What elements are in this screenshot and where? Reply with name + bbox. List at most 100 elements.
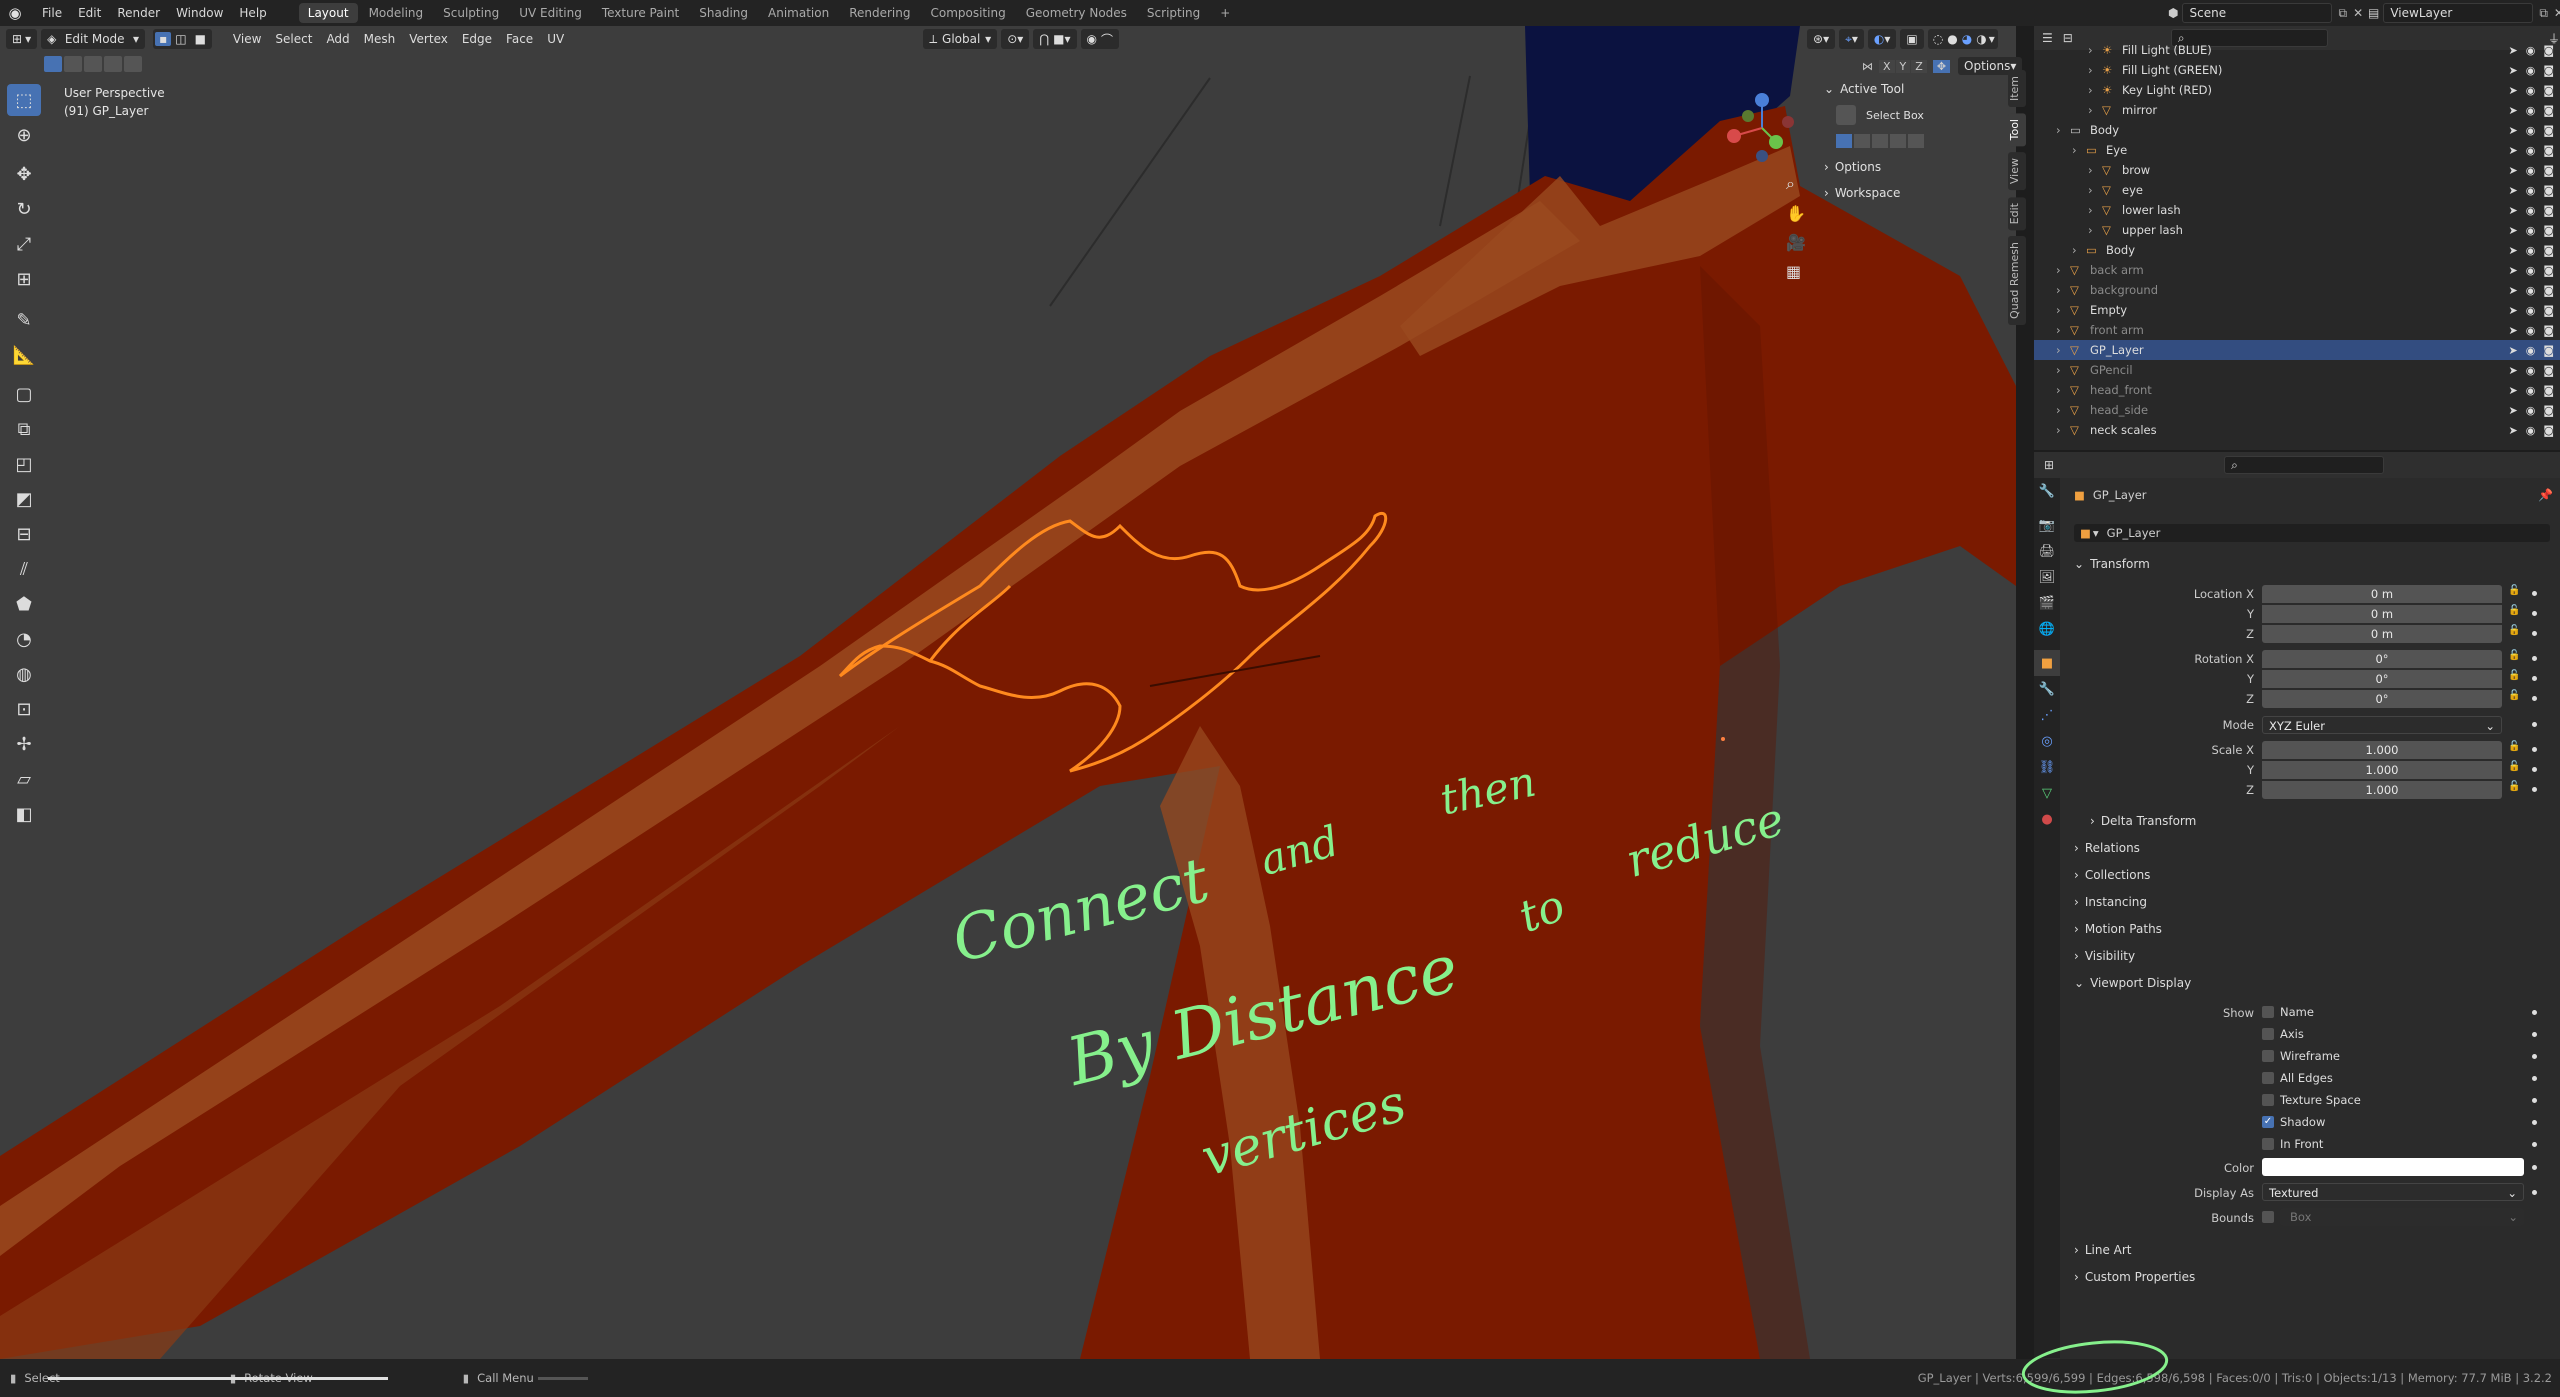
smooth-tool-icon[interactable]: ◍ — [7, 658, 41, 690]
mode-invert-icon[interactable] — [1890, 134, 1906, 148]
scale-tool-icon[interactable]: ⤢ — [7, 228, 41, 260]
color-swatch[interactable] — [2262, 1158, 2524, 1176]
collections-header[interactable]: › Collections — [2074, 863, 2150, 887]
transform-panel-header[interactable]: ⌄ Transform — [2074, 552, 2150, 576]
select-arrow-icon[interactable]: ➤ — [2508, 224, 2517, 237]
location-y-field[interactable]: 0 m — [2262, 605, 2502, 623]
camera-icon[interactable]: ◙ — [2543, 404, 2554, 417]
rotation-x-field[interactable]: 0° — [2262, 650, 2502, 668]
eye-icon[interactable]: ◉ — [2526, 104, 2536, 117]
lock-icon[interactable]: 🔓 — [2508, 690, 2520, 701]
select-arrow-icon[interactable]: ➤ — [2508, 424, 2517, 437]
keyframe-dot[interactable] — [2532, 1120, 2537, 1125]
mirror-z-toggle[interactable]: Z — [1911, 59, 1927, 73]
outliner-row[interactable]: › ▽ head_front ➤ ◉ ◙ — [2034, 380, 2560, 400]
mode-select[interactable]: ◈ Edit Mode ▾ — [41, 29, 146, 49]
select-arrow-icon[interactable]: ➤ — [2508, 44, 2517, 57]
show-checkbox[interactable] — [2262, 1094, 2274, 1106]
mirror-x-toggle[interactable]: X — [1879, 59, 1895, 73]
select-arrow-icon[interactable]: ➤ — [2508, 184, 2517, 197]
show-checkbox[interactable] — [2262, 1028, 2274, 1040]
outliner-row[interactable]: › ▽ background ➤ ◉ ◙ — [2034, 280, 2560, 300]
keyframe-dot[interactable] — [2532, 656, 2537, 661]
eye-icon[interactable]: ◉ — [2526, 284, 2536, 297]
camera-icon[interactable]: ◙ — [2543, 184, 2554, 197]
outliner-row[interactable]: › ☀ Fill Light (GREEN) ➤ ◉ ◙ — [2034, 60, 2560, 80]
lock-icon[interactable]: 🔓 — [2508, 761, 2520, 772]
transform-tool-icon[interactable]: ⊞ — [7, 263, 41, 295]
wireframe-shading-icon[interactable]: ◌ — [1931, 32, 1945, 46]
select-arrow-icon[interactable]: ➤ — [2508, 364, 2517, 377]
keyframe-dot[interactable] — [2532, 676, 2537, 681]
face-select-icon[interactable]: ■ — [191, 32, 210, 46]
keyframe-dot[interactable] — [2532, 1032, 2537, 1037]
rotate-tool-icon[interactable]: ↻ — [7, 193, 41, 225]
camera-icon[interactable]: ◙ — [2543, 164, 2554, 177]
tab-animation[interactable]: Animation — [759, 3, 838, 23]
delete-scene-icon[interactable]: ✕ — [2353, 6, 2363, 20]
select-arrow-icon[interactable]: ➤ — [2508, 64, 2517, 77]
lock-icon[interactable]: 🔓 — [2508, 741, 2520, 752]
select-arrow-icon[interactable]: ➤ — [2508, 204, 2517, 217]
active-tool-header[interactable]: ⌄ Active Tool — [1818, 76, 2014, 102]
outliner-row[interactable]: › ▽ mirror ➤ ◉ ◙ — [2034, 100, 2560, 120]
eye-icon[interactable]: ◉ — [2526, 384, 2536, 397]
visibility-button[interactable]: ⊛ ▾ — [1807, 29, 1836, 49]
keyframe-dot[interactable] — [2532, 787, 2537, 792]
overlay-button[interactable]: ◐ ▾ — [1867, 29, 1897, 49]
menu-edge[interactable]: Edge — [455, 32, 499, 46]
rotation-z-field[interactable]: 0° — [2262, 690, 2502, 708]
tab-geometry-nodes[interactable]: Geometry Nodes — [1017, 3, 1136, 23]
expand-arrow-icon[interactable]: › — [2056, 383, 2061, 397]
solid-shading-icon[interactable]: ● — [1945, 32, 1959, 46]
expand-arrow-icon[interactable]: › — [2056, 323, 2061, 337]
outliner-row[interactable]: › ☀ Key Light (RED) ➤ ◉ ◙ — [2034, 80, 2560, 100]
cursor-tool-icon[interactable]: ⊕ — [7, 119, 41, 151]
outliner-row[interactable]: › ▽ back arm ➤ ◉ ◙ — [2034, 260, 2560, 280]
select-arrow-icon[interactable]: ➤ — [2508, 244, 2517, 257]
expand-arrow-icon[interactable]: › — [2056, 283, 2061, 297]
mirror-y-toggle[interactable]: Y — [1895, 59, 1911, 73]
select-arrow-icon[interactable]: ➤ — [2508, 84, 2517, 97]
camera-icon[interactable]: ◙ — [2543, 244, 2554, 257]
menu-mesh[interactable]: Mesh — [357, 32, 403, 46]
viewport-display-header[interactable]: ⌄ Viewport Display — [2074, 971, 2191, 995]
select-new-icon[interactable] — [44, 56, 62, 72]
select-arrow-icon[interactable]: ➤ — [2508, 144, 2517, 157]
loop-cut-tool-icon[interactable]: ⊟ — [7, 518, 41, 550]
mode-subtract-icon[interactable] — [1872, 134, 1888, 148]
shrink-fatten-tool-icon[interactable]: ✢ — [7, 728, 41, 760]
keyframe-dot[interactable] — [2532, 591, 2537, 596]
show-checkbox[interactable]: ✓ — [2262, 1116, 2274, 1128]
menu-uv[interactable]: UV — [540, 32, 571, 46]
eye-icon[interactable]: ◉ — [2526, 164, 2536, 177]
pivot-button[interactable]: ⊙ ▾ — [1001, 29, 1030, 49]
outliner-row[interactable]: › ▭ Body ➤ ◉ ◙ — [2034, 120, 2560, 140]
expand-arrow-icon[interactable]: › — [2088, 223, 2093, 237]
chevron-down-icon[interactable]: ▾ — [1989, 32, 1995, 46]
eye-icon[interactable]: ◉ — [2526, 64, 2536, 77]
outliner-row[interactable]: › ☀ Fill Light (BLUE) ➤ ◉ ◙ — [2034, 40, 2560, 60]
auto-merge-icon[interactable]: ✥ — [1932, 59, 1951, 73]
camera-icon[interactable]: ◙ — [2543, 324, 2554, 337]
particles-tab-icon[interactable]: ⋰ — [2034, 702, 2060, 728]
location-z-field[interactable]: 0 m — [2262, 625, 2502, 643]
tab-quad-remesh[interactable]: Quad Remesh — [2008, 235, 2026, 325]
select-invert-icon[interactable] — [104, 56, 122, 72]
measure-tool-icon[interactable]: 📐 — [7, 339, 41, 371]
lock-icon[interactable]: 🔓 — [2508, 625, 2520, 636]
select-arrow-icon[interactable]: ➤ — [2508, 104, 2517, 117]
outliner-row[interactable]: › ▽ GP_Layer ➤ ◉ ◙ — [2034, 340, 2560, 360]
tab-item[interactable]: Item — [2008, 70, 2026, 108]
expand-arrow-icon[interactable]: › — [2056, 263, 2061, 277]
menu-window[interactable]: Window — [168, 0, 231, 26]
zoom-icon[interactable]: ⌕ — [1786, 174, 1806, 194]
outliner-row[interactable]: › ▭ Eye ➤ ◉ ◙ — [2034, 140, 2560, 160]
expand-arrow-icon[interactable]: › — [2056, 123, 2061, 137]
view-layer-tab-icon[interactable]: 🖼 — [2034, 564, 2060, 590]
relations-header[interactable]: › Relations — [2074, 836, 2140, 860]
select-extend-icon[interactable] — [64, 56, 82, 72]
outliner-row[interactable]: › ▽ front arm ➤ ◉ ◙ — [2034, 320, 2560, 340]
keyframe-dot[interactable] — [2532, 1098, 2537, 1103]
outliner-row[interactable]: › ▽ upper lash ➤ ◉ ◙ — [2034, 220, 2560, 240]
